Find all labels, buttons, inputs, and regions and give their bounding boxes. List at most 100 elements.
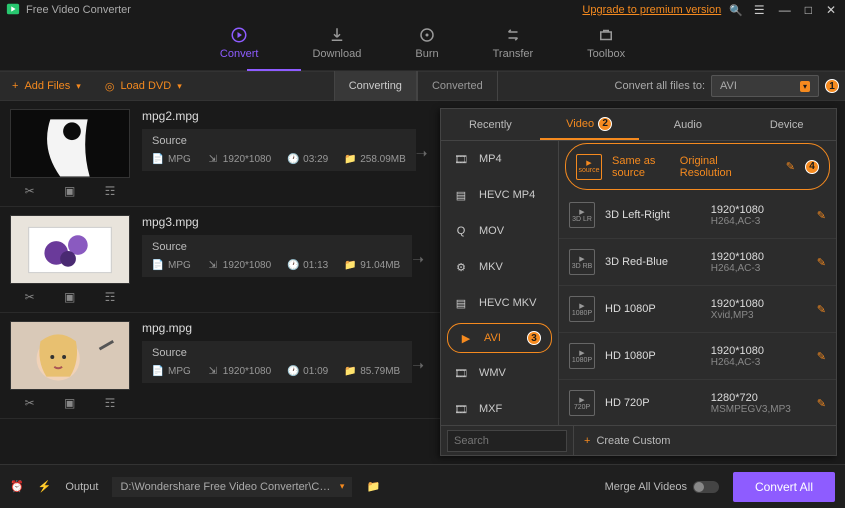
format-item-avi[interactable]: ▶AVI3 — [447, 323, 552, 353]
edit-icon[interactable]: ✎ — [817, 303, 826, 316]
resolution-icon: ⇲ — [207, 153, 219, 165]
marker-2: 2 — [598, 117, 612, 131]
profile-codec: Xvid,MP3 — [711, 310, 754, 321]
nav-toolbox[interactable]: Toolbox — [587, 26, 625, 60]
profile-resolution: 1920*1080 — [711, 345, 764, 357]
format-item-mkv[interactable]: ⚙MKV — [441, 249, 558, 285]
file-row[interactable]: ✂ ▣ ☶ mpg3.mpg Source 📄MPG ⇲1920*1080 🕐0… — [0, 207, 440, 313]
search-input[interactable] — [447, 430, 567, 452]
profile-row[interactable]: ▶720P HD 720P 1280*720MSMPEGV3,MP3 ✎ — [559, 380, 836, 425]
edit-icon[interactable]: ✎ — [817, 256, 826, 269]
profile-row[interactable]: ▶3D RB 3D Red-Blue 1920*1080H264,AC-3 ✎ — [559, 239, 836, 286]
profile-resolution: 1920*1080 — [711, 251, 764, 263]
format-item-label: AVI — [484, 332, 501, 344]
open-folder-icon[interactable]: 📁 — [366, 480, 380, 493]
edit-icon[interactable]: ✎ — [817, 397, 826, 410]
cut-icon[interactable]: ✂ — [25, 290, 35, 304]
nav-download[interactable]: Download — [312, 26, 361, 60]
profile-codec: MSMPEGV3,MP3 — [711, 404, 791, 415]
nav-burn[interactable]: Burn — [415, 26, 438, 60]
nav-toolbox-label: Toolbox — [587, 48, 625, 60]
profile-resolution: Original Resolution — [680, 155, 770, 179]
crop-icon[interactable]: ▣ — [64, 184, 75, 198]
file-row[interactable]: ✂ ▣ ☶ mpg2.mpg Source 📄MPG ⇲1920*1080 🕐0… — [0, 101, 440, 207]
crop-icon[interactable]: ▣ — [64, 396, 75, 410]
cut-icon[interactable]: ✂ — [25, 184, 35, 198]
tab-converting[interactable]: Converting — [334, 71, 417, 101]
thumbnail[interactable] — [10, 109, 130, 178]
format-select[interactable]: AVI ▾ — [711, 75, 819, 97]
arrow-right-icon: ➝ — [412, 357, 430, 374]
resolution-icon: ⇲ — [207, 259, 219, 271]
thumbnail[interactable] — [10, 215, 130, 284]
format-item-mp4[interactable]: 🎞MP4 — [441, 141, 558, 177]
output-path-select[interactable]: D:\Wondershare Free Video Converter\Conv… — [112, 477, 352, 497]
clock-icon: 🕐 — [287, 259, 299, 271]
profile-row[interactable]: ▶1080P HD 1080P 1920*1080Xvid,MP3 ✎ — [559, 286, 836, 333]
nav-active-underline — [247, 69, 301, 71]
minimize-icon[interactable]: — — [776, 3, 794, 17]
convert-all-button[interactable]: Convert All — [733, 472, 835, 502]
effects-icon[interactable]: ☶ — [105, 184, 116, 198]
panel-tab-video[interactable]: Video 2 — [540, 109, 639, 140]
arrow-right-icon: ➝ — [412, 251, 430, 268]
file-resolution: 1920*1080 — [223, 154, 271, 165]
profile-name: 3D Left-Right — [605, 209, 701, 221]
file-icon: 📄 — [152, 259, 164, 271]
close-icon[interactable]: ✕ — [823, 3, 839, 17]
thumbnail[interactable] — [10, 321, 130, 390]
film-icon: 🎞 — [453, 401, 469, 417]
top-nav: Convert Download Burn Transfer Toolbox — [0, 20, 845, 71]
gpu-icon[interactable]: ⚡ — [38, 480, 52, 493]
format-list[interactable]: 🎞MP4 ▤HEVC MP4 QMOV ⚙MKV ▤HEVC MKV ▶AVI3… — [441, 141, 559, 425]
load-dvd-button[interactable]: ◎ Load DVD ▾ — [93, 71, 194, 101]
search-icon[interactable]: 🔍 — [729, 4, 743, 17]
merge-toggle[interactable] — [693, 481, 719, 493]
create-custom-button[interactable]: + Create Custom — [573, 426, 836, 455]
edit-icon[interactable]: ✎ — [786, 160, 795, 173]
tab-converted[interactable]: Converted — [417, 71, 498, 101]
bottom-bar: ⏰ ⚡ Output D:\Wondershare Free Video Con… — [0, 464, 845, 508]
format-item-hevc-mp4[interactable]: ▤HEVC MP4 — [441, 177, 558, 213]
file-icon: 📄 — [152, 365, 164, 377]
file-resolution: 1920*1080 — [223, 366, 271, 377]
effects-icon[interactable]: ☶ — [105, 396, 116, 410]
format-item-hevc-mkv[interactable]: ▤HEVC MKV — [441, 285, 558, 321]
schedule-icon[interactable]: ⏰ — [10, 480, 24, 493]
toolbar: + Add Files ▾ ◎ Load DVD ▾ Converting Co… — [0, 71, 845, 101]
format-item-more[interactable]: 🎞 MXF — [441, 391, 558, 425]
edit-icon[interactable]: ✎ — [817, 350, 826, 363]
add-files-button[interactable]: + Add Files ▾ — [0, 71, 93, 101]
nav-convert[interactable]: Convert — [220, 26, 259, 60]
profile-row[interactable]: ▶1080P HD 1080P 1920*1080H264,AC-3 ✎ — [559, 333, 836, 380]
mkv-icon: ▤ — [453, 295, 469, 311]
clock-icon: 🕐 — [287, 153, 299, 165]
clock-icon: 🕐 — [287, 365, 299, 377]
merge-label: Merge All Videos — [605, 481, 687, 493]
profile-name: Same as source — [612, 155, 670, 179]
edit-icon[interactable]: ✎ — [817, 209, 826, 222]
format-item-label: MOV — [479, 225, 504, 237]
nav-transfer[interactable]: Transfer — [493, 26, 534, 60]
profile-row-same-as-source[interactable]: ▶source Same as source Original Resoluti… — [565, 143, 830, 190]
panel-tab-audio[interactable]: Audio — [639, 109, 738, 140]
profile-codec: H264,AC-3 — [711, 263, 760, 274]
panel-tab-recently[interactable]: Recently — [441, 109, 540, 140]
profile-list[interactable]: ▶source Same as source Original Resoluti… — [559, 141, 836, 425]
format-item-label: MKV — [479, 261, 503, 273]
cut-icon[interactable]: ✂ — [25, 396, 35, 410]
panel-tab-device[interactable]: Device — [737, 109, 836, 140]
file-row[interactable]: ✂ ▣ ☶ mpg.mpg Source 📄MPG ⇲1920*1080 🕐01… — [0, 313, 440, 419]
play-icon: ▶ — [458, 330, 474, 346]
load-dvd-label: Load DVD — [120, 80, 171, 92]
format-item-label: MXF — [479, 403, 502, 415]
crop-icon[interactable]: ▣ — [64, 290, 75, 304]
profile-row[interactable]: ▶3D LR 3D Left-Right 1920*1080H264,AC-3 … — [559, 192, 836, 239]
format-item-mov[interactable]: QMOV — [441, 213, 558, 249]
maximize-icon[interactable]: □ — [802, 3, 815, 17]
file-duration: 01:09 — [303, 366, 328, 377]
format-item-wmv[interactable]: 🎞WMV — [441, 355, 558, 391]
menu-icon[interactable]: ☰ — [751, 3, 768, 17]
upgrade-link[interactable]: Upgrade to premium version — [582, 4, 721, 16]
effects-icon[interactable]: ☶ — [105, 290, 116, 304]
